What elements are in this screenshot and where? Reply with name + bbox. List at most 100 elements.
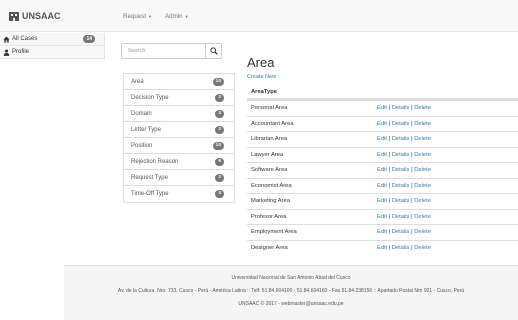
row-actions: Edit | Details | Delete bbox=[377, 183, 431, 189]
top-navbar: UNSAAC Request ▼ Admin ▼ bbox=[0, 0, 518, 32]
category-item-position[interactable]: Position 10 bbox=[124, 138, 234, 154]
details-link[interactable]: Details bbox=[392, 121, 410, 127]
category-item-letter-type[interactable]: Letter Type 2 bbox=[124, 122, 234, 138]
area-type-name: Accountant Area bbox=[251, 120, 294, 127]
area-type-name: Lawyer Area bbox=[251, 151, 284, 158]
area-type-name: Marketing Area bbox=[251, 198, 290, 205]
leftnav-item-profile[interactable]: Profile bbox=[0, 46, 105, 59]
delete-link[interactable]: Delete bbox=[414, 245, 431, 251]
table-row: Personal Area Edit | Details | Delete bbox=[247, 100, 518, 116]
table-row: Lawyer Area Edit | Details | Delete bbox=[247, 146, 518, 163]
delete-link[interactable]: Delete bbox=[414, 198, 431, 204]
details-link[interactable]: Details bbox=[392, 229, 410, 235]
category-label: Domain bbox=[131, 110, 152, 117]
category-list: Area 10 Decision Type 2 Domain 3 Letter … bbox=[123, 73, 235, 203]
leftnav-item-all-cases[interactable]: All Cases 14 bbox=[0, 33, 105, 46]
edit-link[interactable]: Edit bbox=[377, 121, 387, 127]
column-header-areatype: AreaType bbox=[251, 89, 277, 95]
category-item-area[interactable]: Area 10 bbox=[124, 74, 234, 90]
details-link[interactable]: Details bbox=[392, 198, 410, 204]
category-item-domain[interactable]: Domain 3 bbox=[124, 106, 234, 122]
delete-link[interactable]: Delete bbox=[414, 152, 431, 158]
area-type-name: Profesor Area bbox=[251, 213, 287, 220]
category-label: Letter Type bbox=[131, 126, 161, 133]
delete-link[interactable]: Delete bbox=[414, 105, 431, 111]
count-badge: 14 bbox=[83, 35, 95, 43]
row-actions: Edit | Details | Delete bbox=[377, 229, 431, 235]
row-actions: Edit | Details | Delete bbox=[377, 152, 431, 158]
table-row: Employment Area Edit | Details | Delete bbox=[247, 224, 518, 240]
leftnav-label: Profile bbox=[12, 49, 30, 55]
area-type-name: Economist Area bbox=[251, 182, 292, 189]
delete-link[interactable]: Delete bbox=[414, 167, 431, 173]
delete-link[interactable]: Delete bbox=[414, 229, 431, 235]
brand-label: UNSAAC bbox=[22, 11, 61, 21]
details-link[interactable]: Details bbox=[392, 214, 410, 220]
edit-link[interactable]: Edit bbox=[377, 229, 387, 235]
edit-link[interactable]: Edit bbox=[377, 183, 387, 189]
category-item-rejection-reason[interactable]: Rejection Reason 6 bbox=[124, 154, 234, 170]
category-item-request-type[interactable]: Request Type 2 bbox=[124, 170, 234, 186]
search-icon bbox=[209, 47, 218, 55]
count-badge: 10 bbox=[212, 78, 224, 86]
area-type-name: Librarian Area bbox=[251, 136, 288, 143]
user-icon bbox=[3, 48, 10, 56]
left-nav: All Cases 14 Profile bbox=[0, 33, 105, 59]
edit-link[interactable]: Edit bbox=[377, 105, 387, 111]
table-row: Accountant Area Edit | Details | Delete bbox=[247, 115, 518, 132]
table-row: Librarian Area Edit | Details | Delete bbox=[247, 131, 518, 147]
search-form: Search bbox=[121, 43, 222, 59]
row-actions: Edit | Details | Delete bbox=[377, 121, 431, 127]
area-type-name: Personal Area bbox=[251, 105, 288, 112]
details-link[interactable]: Details bbox=[392, 183, 410, 189]
category-item-decision-type[interactable]: Decision Type 2 bbox=[124, 90, 234, 106]
menu-request[interactable]: Request ▼ bbox=[123, 13, 152, 20]
caret-down-icon: ▼ bbox=[184, 14, 189, 19]
details-link[interactable]: Details bbox=[392, 245, 410, 251]
row-actions: Edit | Details | Delete bbox=[377, 198, 431, 204]
search-button[interactable] bbox=[206, 43, 222, 59]
table-header: AreaType bbox=[247, 86, 518, 100]
row-actions: Edit | Details | Delete bbox=[377, 245, 431, 251]
area-table: AreaType Personal Area Edit | Details | D… bbox=[247, 86, 518, 255]
count-badge: 10 bbox=[212, 142, 224, 150]
area-type-name: Software Area bbox=[251, 167, 288, 174]
category-label: Decision Type bbox=[131, 94, 169, 101]
create-new-link[interactable]: Create New bbox=[247, 74, 276, 80]
category-label: Rejection Reason bbox=[131, 158, 179, 165]
count-badge: 4 bbox=[215, 190, 224, 198]
count-badge: 2 bbox=[215, 174, 224, 182]
delete-link[interactable]: Delete bbox=[414, 136, 431, 142]
category-label: Area bbox=[131, 78, 144, 85]
details-link[interactable]: Details bbox=[392, 136, 410, 142]
home-icon bbox=[3, 35, 10, 43]
edit-link[interactable]: Edit bbox=[377, 214, 387, 220]
footer-address: Av. de la Cultura, Nro. 733, Cusco - Per… bbox=[117, 288, 465, 294]
edit-link[interactable]: Edit bbox=[377, 198, 387, 204]
delete-link[interactable]: Delete bbox=[414, 183, 431, 189]
edit-link[interactable]: Edit bbox=[377, 245, 387, 251]
category-item-time-off-type[interactable]: Time-Off Type 4 bbox=[124, 186, 234, 202]
menu-admin[interactable]: Admin ▼ bbox=[165, 13, 189, 20]
search-input[interactable]: Search bbox=[121, 43, 206, 59]
category-label: Position bbox=[131, 142, 153, 149]
brand-link[interactable]: UNSAAC bbox=[9, 11, 61, 21]
edit-link[interactable]: Edit bbox=[377, 167, 387, 173]
area-type-name: Employment Area bbox=[251, 229, 297, 236]
count-badge: 2 bbox=[215, 126, 224, 134]
details-link[interactable]: Details bbox=[392, 152, 410, 158]
details-link[interactable]: Details bbox=[392, 105, 410, 111]
count-badge: 6 bbox=[215, 158, 224, 166]
edit-link[interactable]: Edit bbox=[377, 152, 387, 158]
delete-link[interactable]: Delete bbox=[414, 214, 431, 220]
row-actions: Edit | Details | Delete bbox=[377, 105, 431, 111]
delete-link[interactable]: Delete bbox=[414, 121, 431, 127]
category-label: Request Type bbox=[131, 174, 168, 181]
edit-link[interactable]: Edit bbox=[377, 136, 387, 142]
category-label: Time-Off Type bbox=[131, 191, 169, 197]
caret-down-icon: ▼ bbox=[148, 14, 153, 19]
details-link[interactable]: Details bbox=[392, 167, 410, 173]
table-row: Economist Area Edit | Details | Delete bbox=[247, 177, 518, 194]
leftnav-label: All Cases bbox=[12, 36, 38, 42]
row-actions: Edit | Details | Delete bbox=[377, 167, 431, 173]
